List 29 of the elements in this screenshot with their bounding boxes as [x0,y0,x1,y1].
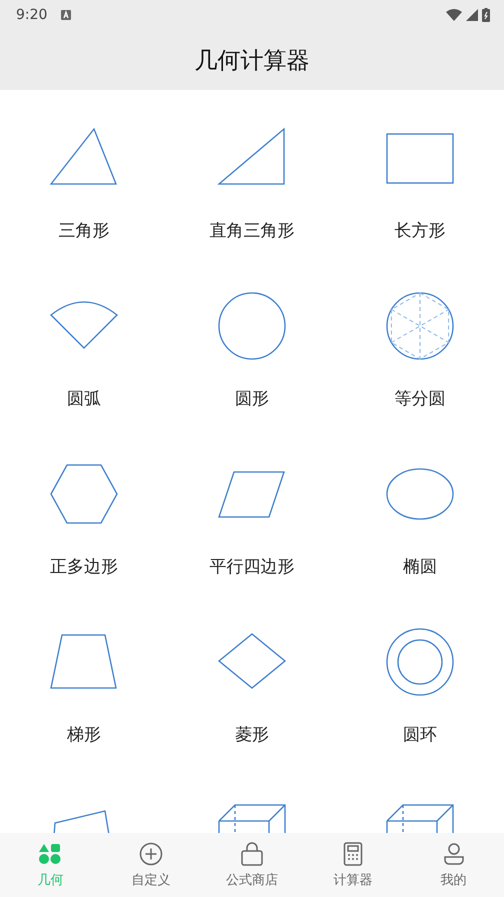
person-icon [442,842,466,866]
shape-label: 菱形 [235,724,269,746]
add-icon [139,842,164,866]
shape-label: 圆形 [235,388,269,410]
shape-label: 长方形 [394,220,446,242]
notification-icon [61,10,72,20]
shape-label: 圆环 [403,724,437,746]
ring-icon[interactable] [385,627,455,697]
shape-label: 正多边形 [50,556,118,578]
shape-label: 直角三角形 [210,220,294,242]
shape-label: 三角形 [58,220,110,242]
signal-icon [466,9,478,21]
shape-label: 等分圆 [394,388,446,410]
circle-icon[interactable] [217,291,287,361]
battery-icon [482,8,490,22]
bag-icon [240,842,264,866]
tab[interactable]: 计算器 [302,833,404,897]
shape-label: 圆弧 [67,388,101,410]
tab[interactable]: 公式商店 [202,833,302,897]
wifi-icon [446,9,462,21]
tab[interactable]: 自定义 [100,833,202,897]
page-title: 几何计算器 [194,46,310,76]
shape-label: 椭圆 [403,556,437,578]
divided-circle-icon[interactable] [385,291,455,361]
tab[interactable]: 我的 [403,833,504,897]
status-time: 9:20 [16,7,48,23]
shapes-icon [38,842,62,866]
shape-label: 梯形 [67,724,101,746]
shape-label: 平行四边形 [210,556,294,578]
